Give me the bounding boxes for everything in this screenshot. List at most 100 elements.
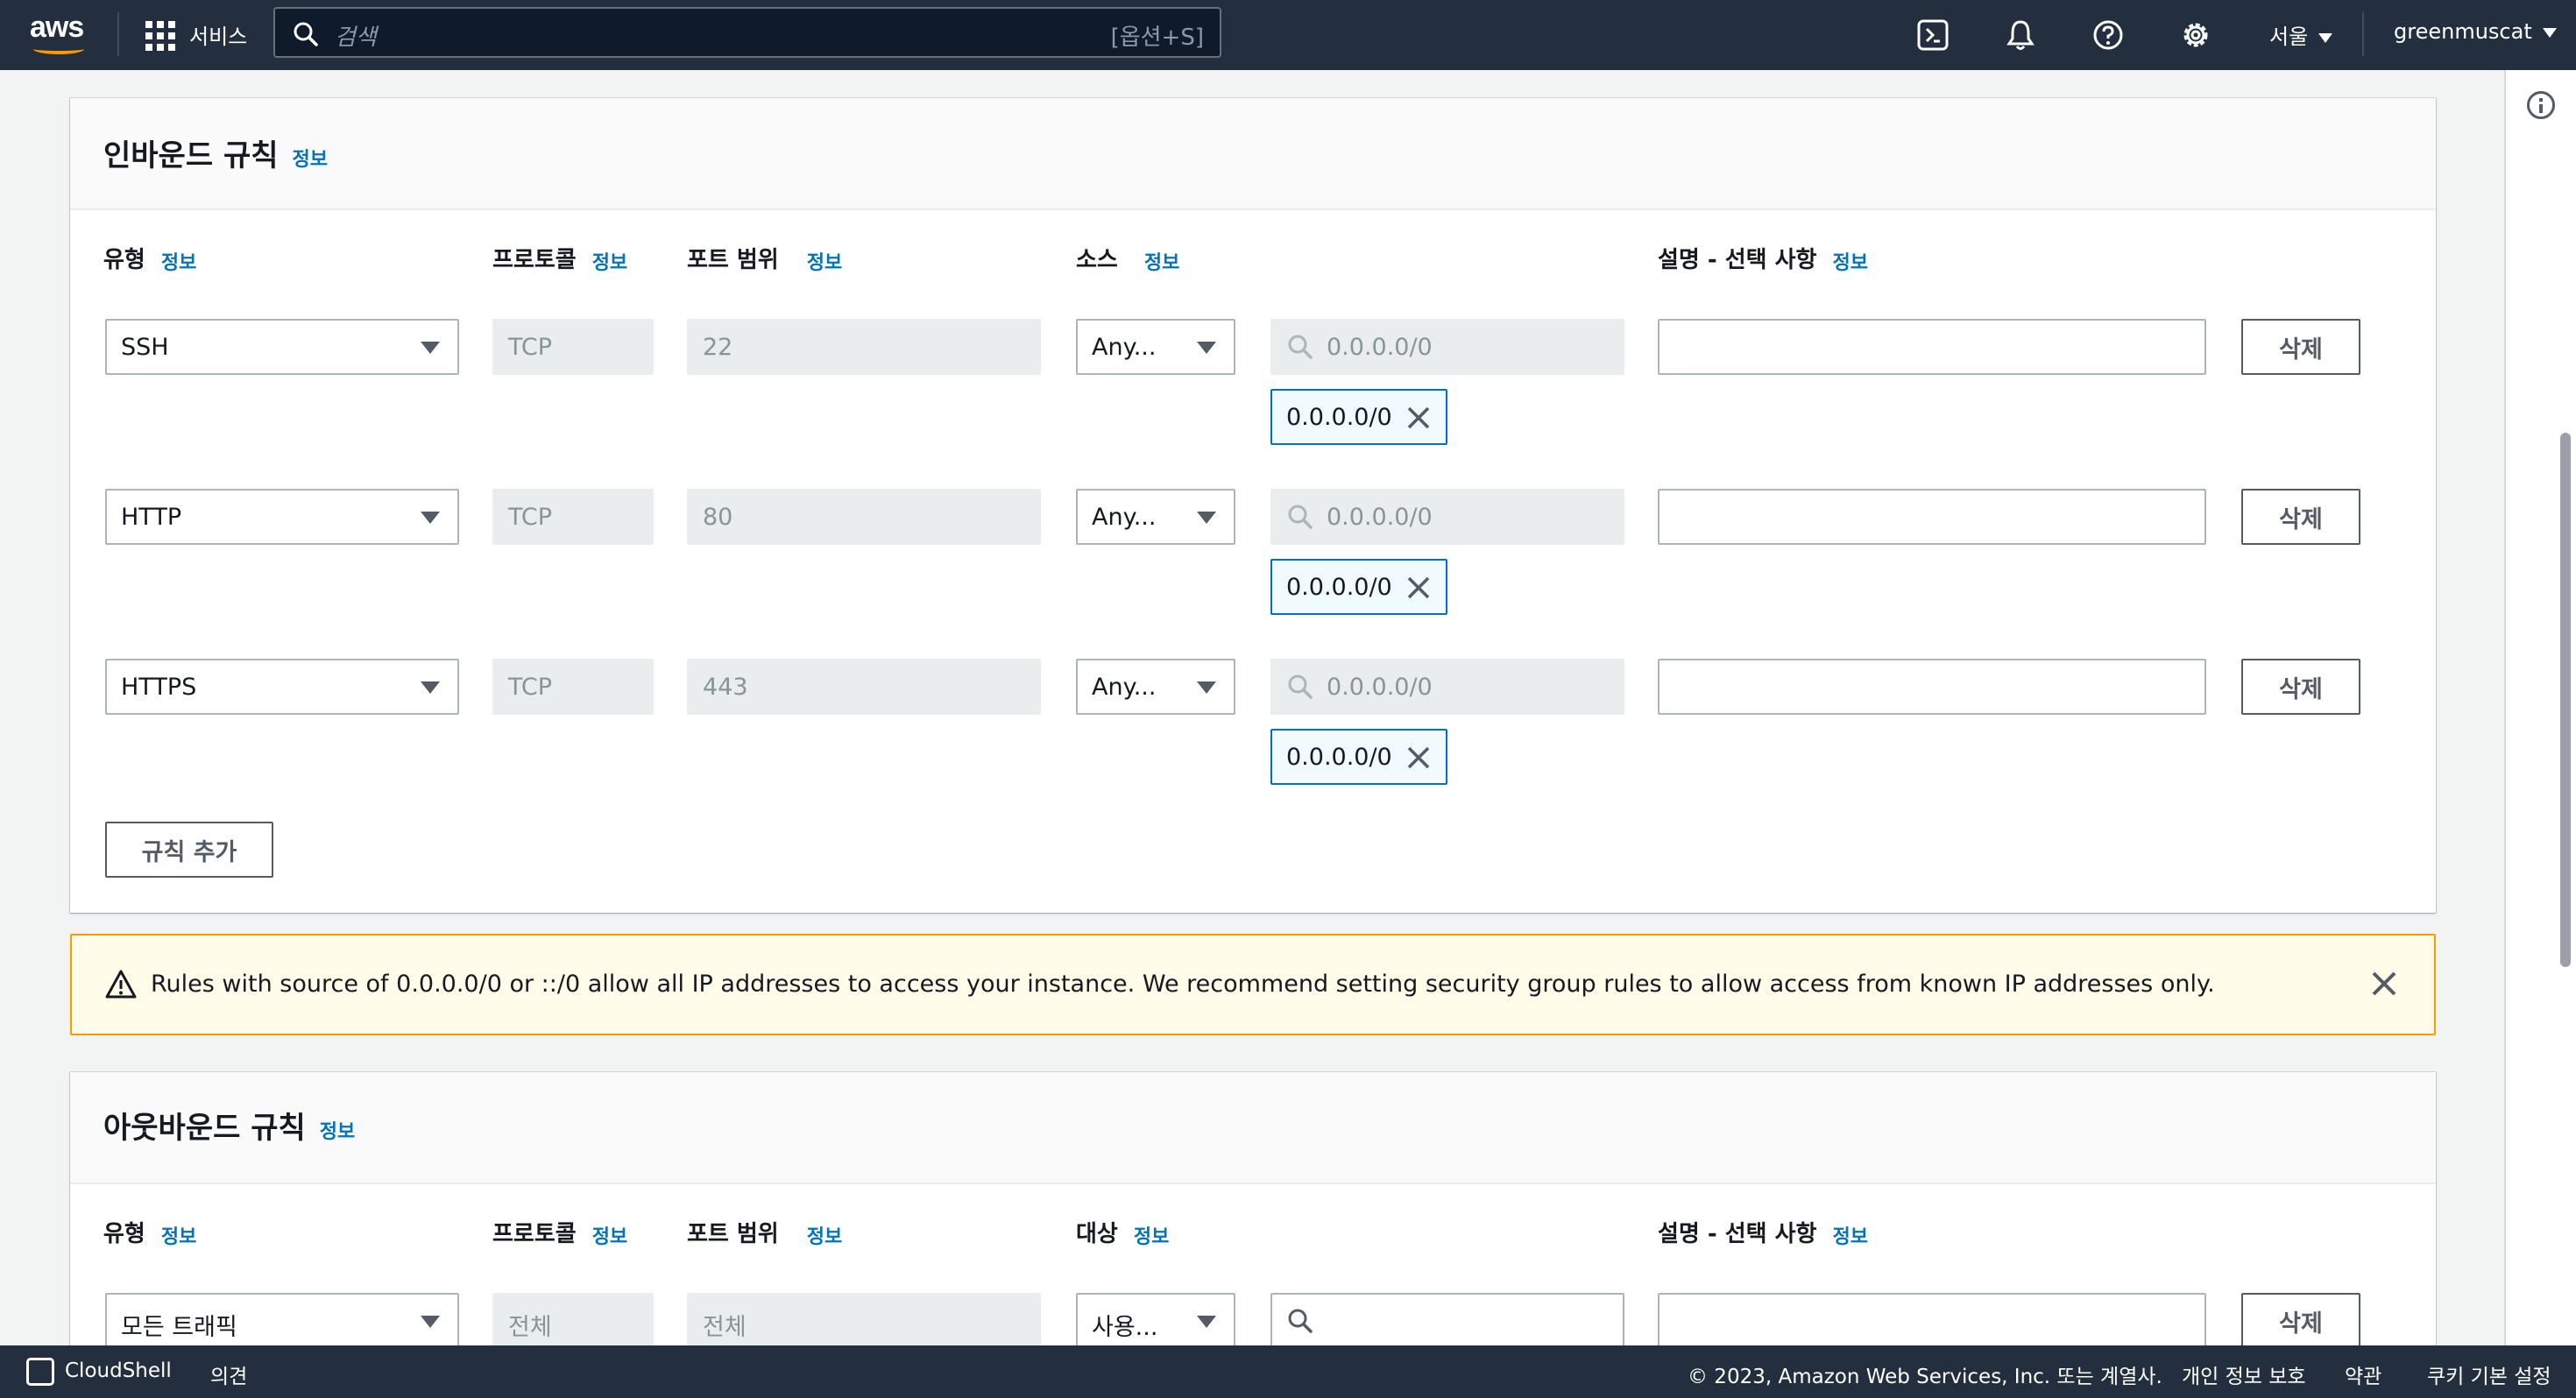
notifications-bell-icon[interactable] [2003,18,2038,53]
rule-type-select[interactable]: 모든 트래픽 [105,1293,459,1349]
terms-link[interactable]: 약관 [2345,1359,2381,1389]
rule-description-input[interactable] [1658,1293,2206,1349]
delete-rule-button[interactable]: 삭제 [2241,659,2360,715]
rule-destination-search[interactable] [1270,1293,1624,1349]
search-icon [1288,505,1313,529]
region-label: 서울 [2269,25,2309,49]
rule-destination-type-value: 사용... [1092,1314,1158,1341]
info-link[interactable]: 정보 [161,1226,196,1248]
rule-description-input[interactable] [1658,319,2206,375]
rule-type-value: SSH [121,334,169,361]
rule-type-select[interactable]: SSH [105,319,459,375]
rule-protocol-value: 전체 [508,1314,552,1341]
rule-protocol-field: TCP [492,659,654,715]
info-link[interactable]: 정보 [1832,252,1867,274]
column-type: 유형 정보 [103,1216,196,1249]
rule-port-field: 22 [687,319,1041,375]
rule-protocol-value: TCP [508,674,553,701]
close-icon[interactable] [1405,745,1432,771]
info-link[interactable]: 정보 [320,1121,355,1143]
nav-divider [117,12,119,56]
info-link[interactable]: 정보 [592,252,627,274]
rule-destination-type-select[interactable]: 사용... [1076,1293,1235,1349]
delete-rule-button[interactable]: 삭제 [2241,489,2360,545]
info-link[interactable]: 정보 [293,149,328,171]
aws-logo[interactable]: aws [28,11,89,54]
delete-rule-button[interactable]: 삭제 [2241,319,2360,375]
rule-port-field: 80 [687,489,1041,545]
info-link[interactable]: 정보 [592,1226,627,1248]
user-name: greenmuscat [2394,19,2532,44]
column-protocol: 프로토콜 정보 [492,1216,627,1249]
close-icon[interactable] [2369,969,2399,999]
caret-down-icon [1197,1316,1216,1328]
info-panel-icon[interactable] [2527,91,2555,119]
rule-source-placeholder: 0.0.0.0/0 [1327,334,1433,361]
column-protocol-label: 프로토콜 [492,247,577,273]
region-selector[interactable]: 서울 [2269,19,2333,50]
inbound-rules-header: 인바운드 규칙 정보 [70,98,2436,210]
feedback-link[interactable]: 의견 [210,1359,247,1389]
help-icon[interactable] [2091,18,2126,53]
rule-source-type-value: Any... [1092,674,1157,701]
caret-down-icon [1197,681,1216,694]
search-shortcut-hint: [옵션+S] [1110,25,1204,51]
add-rule-button[interactable]: 규칙 추가 [105,822,273,878]
warning-icon [105,970,137,999]
rule-source-type-select[interactable]: Any... [1076,489,1235,545]
rule-port-value: 전체 [703,1314,747,1341]
search-icon [1288,335,1313,359]
info-link[interactable]: 정보 [807,1226,842,1248]
column-destination-label: 대상 [1076,1221,1118,1247]
rule-source-search: 0.0.0.0/0 [1270,319,1624,375]
rule-type-value: 모든 트래픽 [121,1314,237,1341]
info-link[interactable]: 정보 [1134,1226,1169,1248]
nav-divider [2362,12,2364,56]
info-link[interactable]: 정보 [1832,1226,1867,1248]
inbound-rules-container: 인바운드 규칙 정보 유형 정보 프로토콜 정보 포트 범위 정보 소스 정보 설명 - … [70,98,2436,913]
delete-rule-button[interactable]: 삭제 [2241,1293,2360,1349]
cookie-preferences-link[interactable]: 쿠키 기본 설정 [2427,1359,2551,1389]
column-type-label: 유형 [103,1221,145,1247]
rule-port-field: 전체 [687,1293,1041,1349]
rule-description-input[interactable] [1658,489,2206,545]
rule-protocol-value: TCP [508,504,553,531]
rule-type-select[interactable]: HTTP [105,489,459,545]
rule-source-type-value: Any... [1092,504,1157,531]
outbound-rules-title-text: 아웃바운드 규칙 [103,1111,306,1146]
caret-down-icon [421,681,440,694]
rule-source-placeholder: 0.0.0.0/0 [1327,504,1433,531]
global-search-input[interactable]: 검색 [옵션+S] [273,7,1221,58]
source-cidr-value: 0.0.0.0/0 [1286,404,1392,431]
warning-alert: Rules with source of 0.0.0.0/0 or ::/0 a… [70,934,2436,1035]
top-navigation: aws 서비스 검색 [옵션+S] 서울 greenmuscat [0,0,2576,70]
rule-type-value: HTTP [121,504,182,531]
rule-source-placeholder: 0.0.0.0/0 [1327,674,1433,701]
info-link[interactable]: 정보 [161,252,196,274]
close-icon[interactable] [1405,405,1432,431]
cloudshell-link[interactable]: CloudShell [65,1359,172,1382]
rule-description-input[interactable] [1658,659,2206,715]
rule-protocol-field: 전체 [492,1293,654,1349]
rule-source-type-value: Any... [1092,334,1157,361]
rule-type-select[interactable]: HTTPS [105,659,459,715]
cloudshell-icon[interactable] [1915,18,1950,53]
column-port-range: 포트 범위 정보 [687,242,842,275]
privacy-link[interactable]: 개인 정보 보호 [2182,1359,2306,1389]
rule-protocol-value: TCP [508,334,553,361]
column-description-label: 설명 - 선택 사항 [1658,1221,1817,1247]
info-link[interactable]: 정보 [807,252,842,274]
rule-port-field: 443 [687,659,1041,715]
column-description: 설명 - 선택 사항 정보 [1658,242,1868,275]
cloudshell-icon[interactable] [26,1358,54,1386]
close-icon[interactable] [1405,575,1432,601]
account-menu[interactable]: greenmuscat [2394,19,2557,44]
services-menu-button[interactable]: 서비스 [189,19,247,50]
info-link[interactable]: 정보 [1144,252,1179,274]
page-scrollbar[interactable] [2560,433,2571,967]
rule-source-type-select[interactable]: Any... [1076,319,1235,375]
rule-source-type-select[interactable]: Any... [1076,659,1235,715]
settings-gear-icon[interactable] [2178,18,2213,53]
services-grid-icon[interactable] [145,21,175,51]
source-cidr-value: 0.0.0.0/0 [1286,744,1392,771]
